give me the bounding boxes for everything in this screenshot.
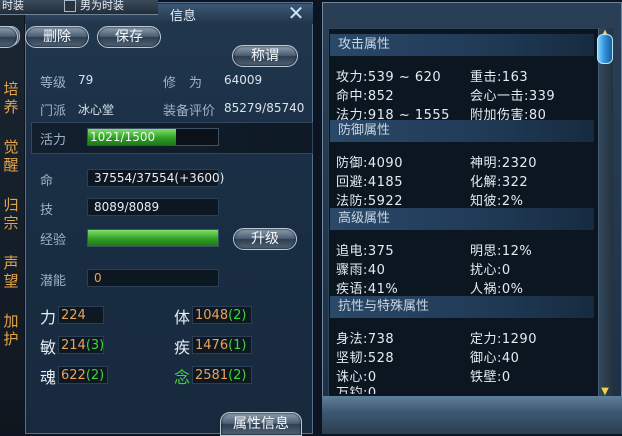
stat-toughness: 坚韧:528 xyxy=(336,351,395,366)
attr-value-speed: 1476(1) xyxy=(192,336,252,354)
panel-bottom-decoration xyxy=(322,396,622,434)
stat-disturb: 扰心:0 xyxy=(470,263,511,278)
stat-resolve: 化解:322 xyxy=(470,175,529,190)
stat-mind-guard: 御心:40 xyxy=(470,351,520,366)
equip-score-label: 装备评价 xyxy=(163,104,216,119)
attr-value-body: 1048(2) xyxy=(192,306,252,324)
cultivation-value: 64009 xyxy=(224,73,263,87)
attr-char-speed: 疾 xyxy=(174,338,191,357)
equip-score-value: 85279/85740 xyxy=(224,101,305,115)
attr-base: 1048 xyxy=(195,308,229,323)
attr-value-agility: 214(3) xyxy=(58,336,104,354)
attr-base: 214 xyxy=(61,338,86,353)
stat-defense: 防御:4090 xyxy=(336,156,403,171)
stat-magic-defense: 法防:5922 xyxy=(336,194,403,209)
side-tab-reputation[interactable]: 声 望 xyxy=(0,254,22,290)
potential-label: 潜能 xyxy=(40,274,67,289)
attr-base: 2581 xyxy=(195,368,229,383)
side-tab-char: 培 xyxy=(3,80,19,98)
clipped-stat-row: 万钧:0 xyxy=(330,382,594,394)
stat-downpour: 骤雨:40 xyxy=(336,263,386,278)
attr-char-soul: 魂 xyxy=(40,368,57,387)
attribute-info-button[interactable]: 属性信息 xyxy=(220,412,302,436)
attr-value-mind: 2581(2) xyxy=(192,366,252,384)
side-tab-guard[interactable]: 加 护 xyxy=(0,312,22,348)
hp-label: 命 xyxy=(40,174,54,189)
exp-bar-fill xyxy=(88,230,218,246)
stat-heavy-hit: 重击:163 xyxy=(470,70,529,85)
stat-heavy-force: 万钧:0 xyxy=(336,386,377,394)
attr-bonus: (2) xyxy=(228,368,247,383)
stat-accuracy: 命中:852 xyxy=(336,89,395,104)
vitality-bar-text: 1021/1500 xyxy=(90,130,156,144)
fashion-toggle-bar: 时装 男为时装 xyxy=(0,0,158,15)
stat-lightning: 追电:375 xyxy=(336,244,395,259)
side-tab-char: 声 xyxy=(3,254,19,272)
delete-button[interactable]: 删除 xyxy=(25,26,89,48)
level-value: 79 xyxy=(78,73,94,87)
attr-value-soul: 622(2) xyxy=(58,366,108,384)
attr-bonus: (2) xyxy=(228,308,247,323)
vitality-label: 活力 xyxy=(40,133,67,148)
stats-scrollbar[interactable] xyxy=(598,28,613,398)
fashion-option-label: 男为时装 xyxy=(80,0,124,12)
stat-critical: 会心一击:339 xyxy=(470,89,556,104)
advanced-section-header: 高级属性 xyxy=(330,208,594,230)
hp-field: 37554/37554(+3600) xyxy=(87,169,224,187)
title-button[interactable]: 称谓 xyxy=(232,45,298,67)
scroll-thumb[interactable] xyxy=(597,34,613,64)
attr-bonus: (1) xyxy=(228,338,247,353)
attr-char-body: 体 xyxy=(174,308,191,327)
stat-composure: 定力:1290 xyxy=(470,332,537,347)
close-icon[interactable]: ✕ xyxy=(286,3,306,24)
side-tab-char: 加 xyxy=(3,312,19,330)
attr-bonus: (2) xyxy=(85,368,105,383)
exp-bar xyxy=(87,229,219,247)
side-tab-char: 望 xyxy=(3,272,19,290)
potential-field: 0 xyxy=(87,269,219,287)
side-tab-char: 护 xyxy=(3,330,19,348)
stat-insight: 知彼:2% xyxy=(470,194,524,209)
side-tab-char: 养 xyxy=(3,98,19,116)
attack-section-header: 攻击属性 xyxy=(330,34,594,56)
defense-section-header: 防御属性 xyxy=(330,120,594,142)
stat-swift-speech: 疾语:41% xyxy=(336,282,399,297)
save-button[interactable]: 保存 xyxy=(97,26,161,48)
attr-bonus: (3) xyxy=(85,338,105,353)
attr-base: 224 xyxy=(61,308,86,323)
side-tab-sect[interactable]: 归 宗 xyxy=(0,196,22,232)
side-tab-char: 宗 xyxy=(3,214,19,232)
side-tab-char: 觉 xyxy=(3,138,19,156)
attr-char-strength: 力 xyxy=(40,308,57,327)
level-label: 等级 xyxy=(40,76,67,91)
vitality-bar: 1021/1500 xyxy=(87,128,219,146)
exp-label: 经验 xyxy=(40,233,67,248)
stat-divinity: 神明:2320 xyxy=(470,156,537,171)
skill-label: 技 xyxy=(40,203,54,218)
resist-section-header: 抗性与特殊属性 xyxy=(330,296,594,318)
sect-label: 门派 xyxy=(40,104,67,119)
attr-base: 622 xyxy=(61,368,86,383)
fashion-checkbox[interactable] xyxy=(64,0,76,12)
side-tab-awaken[interactable]: 觉 醒 xyxy=(0,138,22,174)
stat-attack: 攻力:539 ~ 620 xyxy=(336,70,442,85)
stat-agility-body: 身法:738 xyxy=(336,332,395,347)
attr-char-agility: 敏 xyxy=(40,338,57,357)
skill-field: 8089/8089 xyxy=(87,198,219,216)
stat-clarity: 明思:12% xyxy=(470,244,533,259)
cultivation-label: 修 为 xyxy=(163,76,203,91)
fashion-label: 时装 xyxy=(2,0,24,12)
panel-title: 信息 xyxy=(170,9,197,24)
attr-char-mind: 念 xyxy=(174,368,191,387)
stat-calamity: 人祸:0% xyxy=(470,282,524,297)
sect-value: 冰心堂 xyxy=(78,103,115,117)
stat-evasion: 回避:4185 xyxy=(336,175,403,190)
attr-base: 1476 xyxy=(195,338,229,353)
side-tab-cultivate[interactable]: 培 养 xyxy=(0,80,22,116)
side-tab-char: 归 xyxy=(3,196,19,214)
upgrade-button[interactable]: 升级 xyxy=(233,228,297,250)
side-tab-char: 醒 xyxy=(3,156,19,174)
attr-value-strength: 224 xyxy=(58,306,104,324)
